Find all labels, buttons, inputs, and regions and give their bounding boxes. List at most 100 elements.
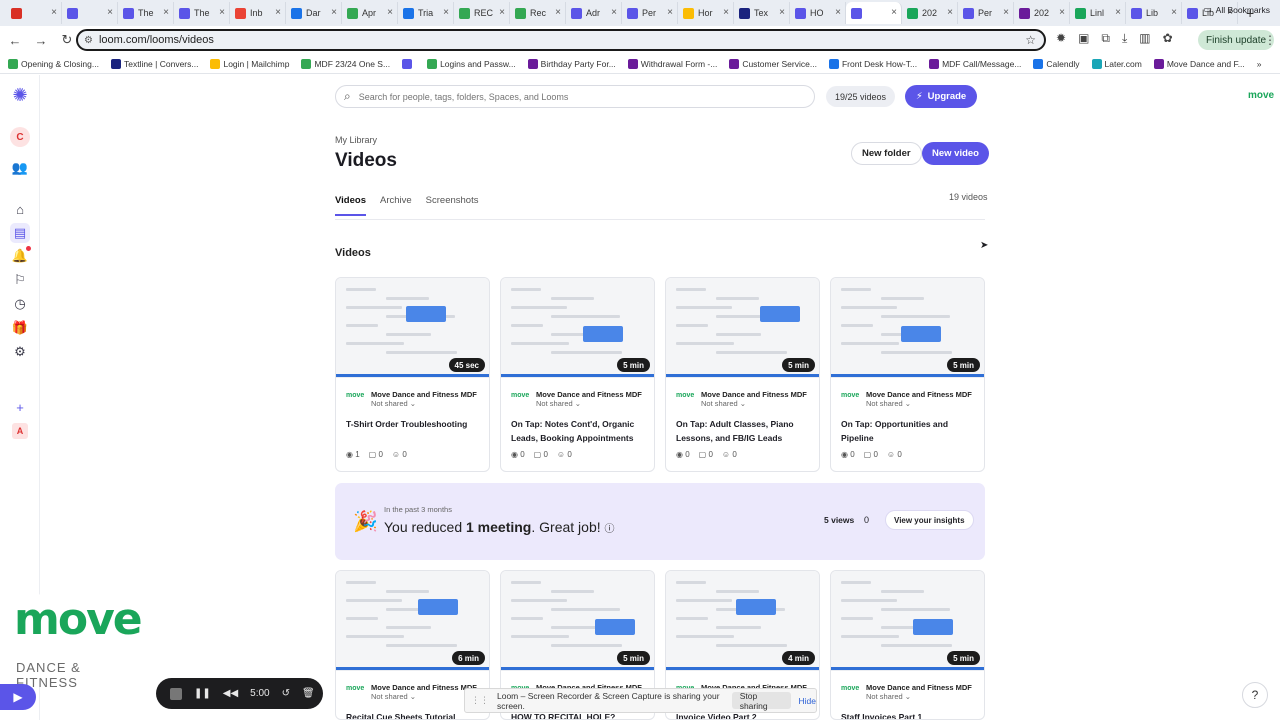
finish-update-button[interactable]: Finish update <box>1198 30 1275 50</box>
video-thumbnail[interactable]: 5 min <box>831 278 984 378</box>
sharing-status[interactable]: Not shared ⌄ <box>866 399 972 408</box>
bookmark-item[interactable]: Calendly <box>1033 58 1080 69</box>
tab-close-icon[interactable]: × <box>835 7 841 18</box>
tab-close-icon[interactable]: × <box>667 7 673 18</box>
tab-close-icon[interactable]: × <box>51 7 57 18</box>
browser-tab[interactable]: Rec × <box>510 2 566 24</box>
bookmark-item[interactable]: Opening & Closing... <box>8 58 99 69</box>
video-quota[interactable]: 19/25 videos <box>826 86 896 107</box>
tab-close-icon[interactable]: × <box>275 7 281 18</box>
video-title[interactable]: On Tap: Notes Cont'd, Organic Leads, Boo… <box>511 417 646 445</box>
browser-tab[interactable]: HO × <box>790 2 846 24</box>
hide-link[interactable]: Hide <box>799 696 816 706</box>
extension-icon[interactable]: ✹ <box>1056 31 1066 46</box>
video-thumbnail[interactable]: 5 min <box>501 278 654 378</box>
tab-close-icon[interactable]: × <box>1059 7 1065 18</box>
puzzle-icon[interactable]: ⧉ <box>1101 31 1110 46</box>
restart-icon[interactable]: ↺ <box>282 688 290 699</box>
tab-close-icon[interactable]: × <box>723 7 729 18</box>
video-card[interactable]: 5 min move Move Dance and Fitness MDFNot s… <box>830 277 985 472</box>
browser-tab[interactable]: Apr × <box>342 2 398 24</box>
bell-icon[interactable]: 🔔 <box>10 246 31 266</box>
browser-tab[interactable]: Dar × <box>286 2 342 24</box>
video-card[interactable]: 45 sec move Move Dance and Fitness MDF Not … <box>335 277 490 472</box>
sharing-status[interactable]: Not shared ⌄ <box>701 399 807 408</box>
video-title[interactable]: T-Shirt Order Troubleshooting <box>346 417 481 431</box>
bookmark-item[interactable]: Customer Service... <box>729 58 817 69</box>
back-icon[interactable]: ← <box>4 33 26 48</box>
tab-close-icon[interactable]: × <box>499 7 505 18</box>
tab-archive[interactable]: Archive <box>380 195 412 216</box>
video-title[interactable]: On Tap: Opportunities and Pipeline <box>841 417 976 445</box>
address-bar[interactable]: ⚙ loom.com/looms/videos ☆ <box>76 29 1046 51</box>
browser-tab[interactable]: 202 × <box>1014 2 1070 24</box>
download-icon[interactable]: ⤓ <box>1122 31 1127 46</box>
tab-close-icon[interactable]: × <box>387 7 393 18</box>
browser-tab[interactable]: Lib × <box>1126 2 1182 24</box>
camera-icon[interactable]: ▶ <box>0 684 36 710</box>
browser-tab[interactable]: × <box>62 2 118 24</box>
view-insights-button[interactable]: View your insights <box>885 510 974 530</box>
video-thumbnail[interactable]: 5 min <box>666 278 819 378</box>
browser-tab[interactable]: Tria × <box>398 2 454 24</box>
video-title[interactable]: On Tap: Adult Classes, Piano Lessons, an… <box>676 417 811 445</box>
bookmark-item[interactable]: Front Desk How-T... <box>828 58 917 69</box>
tab-close-icon[interactable]: × <box>443 7 449 18</box>
bookmark-item[interactable]: Login | Mailchimp <box>210 58 289 69</box>
history-icon[interactable]: ◷ <box>10 294 30 314</box>
sharing-status[interactable]: Not shared ⌄ <box>371 399 477 408</box>
pause-icon[interactable]: ❚❚ <box>194 688 211 699</box>
bookmark-item[interactable]: Logins and Passw... <box>427 58 516 69</box>
stop-recording-icon[interactable] <box>170 687 182 700</box>
help-button[interactable]: ? <box>1242 682 1268 708</box>
browser-tab[interactable]: Per × <box>958 2 1014 24</box>
tab-close-icon[interactable]: × <box>219 7 225 18</box>
add-icon[interactable]: + <box>10 397 30 417</box>
search-bar[interactable]: ⌕ <box>335 85 815 108</box>
workspace-a[interactable]: A <box>10 421 30 441</box>
bookmark-item[interactable]: MDF 23/24 One S... <box>301 58 390 69</box>
video-title[interactable]: Staff Invoices Part 1 <box>841 710 976 719</box>
browser-tab[interactable]: REC × <box>454 2 510 24</box>
reload-icon[interactable]: ↻ <box>56 32 78 48</box>
bookmark-item[interactable]: Later.com <box>1091 58 1142 69</box>
sharing-status[interactable]: Not shared ⌄ <box>371 692 477 701</box>
video-card[interactable]: 5 min move Move Dance and Fitness MDFNot s… <box>830 570 985 720</box>
grip-icon[interactable]: ⋮⋮ <box>471 695 489 706</box>
browser-tab[interactable]: Tex × <box>734 2 790 24</box>
bookmark-item[interactable]: MDF Call/Message... <box>929 58 1021 69</box>
browser-tab[interactable]: Per × <box>622 2 678 24</box>
tab-close-icon[interactable]: × <box>779 7 785 18</box>
bookmark-item[interactable]: Birthday Party For... <box>527 58 616 69</box>
tab-videos[interactable]: Videos <box>335 195 366 216</box>
workspace-avatar[interactable]: C <box>10 127 30 147</box>
bookmark-star-icon[interactable]: ☆ <box>1025 33 1036 47</box>
library-icon[interactable]: ▤ <box>10 223 30 243</box>
tab-close-icon[interactable]: × <box>1171 7 1177 18</box>
info-icon[interactable]: ⓘ <box>605 524 615 535</box>
tab-screenshots[interactable]: Screenshots <box>426 195 479 216</box>
bookmark-item[interactable]: Withdrawal Form -... <box>627 58 717 69</box>
upgrade-button[interactable]: ⚡ Upgrade <box>905 85 978 108</box>
tab-close-icon[interactable]: × <box>891 7 897 18</box>
tab-close-icon[interactable]: × <box>611 7 617 18</box>
tab-close-icon[interactable]: × <box>1115 7 1121 18</box>
home-icon[interactable]: ⌂ <box>10 199 30 219</box>
loom-logo-icon[interactable]: ✺ <box>10 85 30 105</box>
tab-close-icon[interactable]: × <box>947 7 953 18</box>
new-folder-button[interactable]: New folder <box>851 142 922 165</box>
browser-tab[interactable]: 202 × <box>902 2 958 24</box>
tab-close-icon[interactable]: × <box>1003 7 1009 18</box>
site-info-icon[interactable]: ⚙ <box>84 35 93 46</box>
browser-tab[interactable]: × <box>6 2 62 24</box>
breadcrumb[interactable]: My Library <box>335 135 377 145</box>
sharing-status[interactable]: Not shared ⌄ <box>866 692 972 701</box>
new-video-button[interactable]: New video <box>922 142 989 165</box>
video-title[interactable]: Recital Cue Sheets Tutorial <box>346 710 481 719</box>
browser-tab[interactable]: The × <box>174 2 230 24</box>
sidepanel-icon[interactable]: ▥ <box>1139 31 1150 46</box>
browser-tab[interactable]: The × <box>118 2 174 24</box>
menu-icon[interactable]: ⋮ <box>1264 33 1276 47</box>
video-thumbnail[interactable]: 45 sec <box>336 278 489 378</box>
people-icon[interactable]: 👥 <box>10 158 30 178</box>
